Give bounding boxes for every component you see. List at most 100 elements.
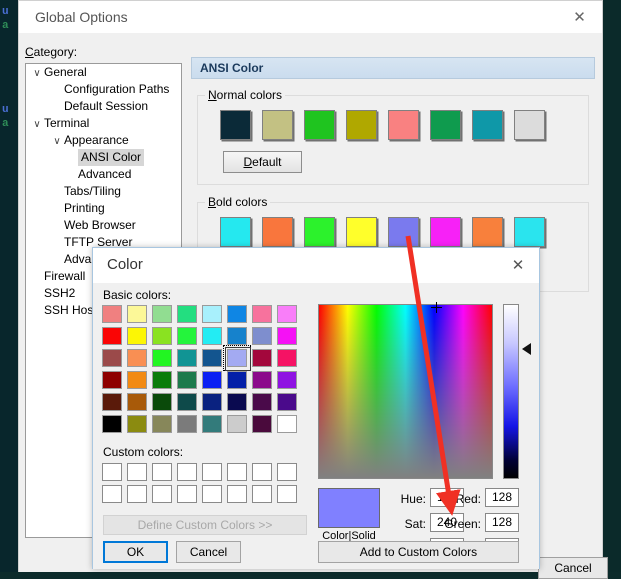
bold-color-swatch-6[interactable]	[472, 217, 503, 247]
basic-color-swatch-14[interactable]	[252, 327, 272, 345]
sidebar-item-web-browser[interactable]: Web Browser	[26, 217, 181, 234]
main-cancel-button[interactable]: Cancel	[538, 557, 608, 579]
bold-color-swatch-3[interactable]	[346, 217, 377, 247]
basic-color-swatch-1[interactable]	[127, 305, 147, 323]
basic-color-swatch-41[interactable]	[127, 415, 147, 433]
basic-color-swatch-43[interactable]	[177, 415, 197, 433]
basic-color-swatch-23[interactable]	[277, 349, 297, 367]
custom-color-slot-14[interactable]	[252, 485, 272, 503]
basic-color-swatch-27[interactable]	[177, 371, 197, 389]
default-button[interactable]: Default	[223, 151, 302, 173]
basic-color-swatch-24[interactable]	[102, 371, 122, 389]
basic-color-swatch-4[interactable]	[202, 305, 222, 323]
basic-color-swatch-2[interactable]	[152, 305, 172, 323]
basic-color-swatch-3[interactable]	[177, 305, 197, 323]
chevron-down-icon[interactable]: ∨	[50, 133, 64, 150]
basic-color-swatch-19[interactable]	[177, 349, 197, 367]
basic-colors-grid[interactable]	[102, 305, 306, 437]
add-to-custom-colors-button[interactable]: Add to Custom Colors	[318, 541, 519, 563]
sidebar-item-appearance[interactable]: ∨ Appearance	[26, 132, 181, 149]
bold-color-swatch-7[interactable]	[514, 217, 545, 247]
normal-color-swatch-2[interactable]	[304, 110, 335, 140]
basic-color-swatch-9[interactable]	[127, 327, 147, 345]
basic-color-swatch-11[interactable]	[177, 327, 197, 345]
hue-saturation-field[interactable]	[318, 302, 493, 479]
basic-color-swatch-20[interactable]	[202, 349, 222, 367]
basic-color-swatch-10[interactable]	[152, 327, 172, 345]
sidebar-item-configuration-paths[interactable]: Configuration Paths	[26, 81, 181, 98]
normal-color-swatch-4[interactable]	[388, 110, 419, 140]
basic-color-swatch-40[interactable]	[102, 415, 122, 433]
sidebar-item-default-session[interactable]: Default Session	[26, 98, 181, 115]
basic-color-swatch-15[interactable]	[277, 327, 297, 345]
custom-color-slot-5[interactable]	[227, 463, 247, 481]
custom-color-slot-2[interactable]	[152, 463, 172, 481]
custom-color-slot-9[interactable]	[127, 485, 147, 503]
normal-color-swatch-5[interactable]	[430, 110, 461, 140]
custom-color-slot-4[interactable]	[202, 463, 222, 481]
cancel-button[interactable]: Cancel	[176, 541, 241, 563]
bold-color-swatch-4[interactable]	[388, 217, 419, 247]
green-input[interactable]: 128	[485, 513, 519, 532]
color-preview-swatch[interactable]	[318, 488, 380, 528]
basic-color-swatch-45[interactable]	[227, 415, 247, 433]
normal-color-swatch-1[interactable]	[262, 110, 293, 140]
sidebar-item-ansi-color[interactable]: ANSI Color	[26, 149, 181, 166]
normal-color-swatch-3[interactable]	[346, 110, 377, 140]
sidebar-item-tabs-tiling[interactable]: Tabs/Tiling	[26, 183, 181, 200]
basic-color-swatch-16[interactable]	[102, 349, 122, 367]
basic-color-swatch-30[interactable]	[252, 371, 272, 389]
custom-color-slot-12[interactable]	[202, 485, 222, 503]
basic-color-swatch-5[interactable]	[227, 305, 247, 323]
sidebar-item-advanced[interactable]: Advanced	[26, 166, 181, 183]
custom-color-slot-6[interactable]	[252, 463, 272, 481]
define-custom-colors-button[interactable]: Define Custom Colors >>	[103, 515, 307, 535]
chevron-down-icon[interactable]: ∨	[30, 116, 44, 133]
basic-color-swatch-17[interactable]	[127, 349, 147, 367]
bold-color-swatch-5[interactable]	[430, 217, 461, 247]
bold-color-swatch-0[interactable]	[220, 217, 251, 247]
basic-color-swatch-22[interactable]	[252, 349, 272, 367]
basic-color-swatch-34[interactable]	[152, 393, 172, 411]
normal-color-swatch-0[interactable]	[220, 110, 251, 140]
basic-color-swatch-44[interactable]	[202, 415, 222, 433]
basic-color-swatch-0[interactable]	[102, 305, 122, 323]
basic-color-swatch-25[interactable]	[127, 371, 147, 389]
red-input[interactable]: 128	[485, 488, 519, 507]
custom-color-slot-3[interactable]	[177, 463, 197, 481]
basic-color-swatch-29[interactable]	[227, 371, 247, 389]
custom-color-slot-7[interactable]	[277, 463, 297, 481]
bold-color-swatch-1[interactable]	[262, 217, 293, 247]
custom-color-slot-13[interactable]	[227, 485, 247, 503]
custom-color-slot-15[interactable]	[277, 485, 297, 503]
sidebar-item-general[interactable]: ∨ General	[26, 64, 181, 81]
basic-color-swatch-21[interactable]	[223, 345, 251, 371]
basic-color-swatch-42[interactable]	[152, 415, 172, 433]
custom-color-slot-1[interactable]	[127, 463, 147, 481]
luminance-slider[interactable]	[503, 304, 519, 479]
basic-color-swatch-7[interactable]	[277, 305, 297, 323]
basic-color-swatch-18[interactable]	[152, 349, 172, 367]
basic-color-swatch-32[interactable]	[102, 393, 122, 411]
normal-color-swatch-6[interactable]	[472, 110, 503, 140]
custom-color-slot-11[interactable]	[177, 485, 197, 503]
custom-color-slot-10[interactable]	[152, 485, 172, 503]
basic-color-swatch-13[interactable]	[227, 327, 247, 345]
basic-color-swatch-36[interactable]	[202, 393, 222, 411]
ok-button[interactable]: OK	[103, 541, 168, 563]
sidebar-item-printing[interactable]: Printing	[26, 200, 181, 217]
basic-color-swatch-8[interactable]	[102, 327, 122, 345]
basic-color-swatch-12[interactable]	[202, 327, 222, 345]
basic-color-swatch-47[interactable]	[277, 415, 297, 433]
basic-color-swatch-37[interactable]	[227, 393, 247, 411]
close-icon[interactable]: ✕	[501, 250, 535, 280]
basic-color-swatch-6[interactable]	[252, 305, 272, 323]
close-icon[interactable]: ✕	[557, 1, 602, 32]
basic-color-swatch-31[interactable]	[277, 371, 297, 389]
basic-color-swatch-26[interactable]	[152, 371, 172, 389]
normal-color-swatch-7[interactable]	[514, 110, 545, 140]
basic-color-swatch-33[interactable]	[127, 393, 147, 411]
custom-colors-grid[interactable]	[102, 463, 306, 507]
basic-color-swatch-46[interactable]	[252, 415, 272, 433]
luminance-slider-thumb-icon[interactable]	[522, 343, 531, 355]
